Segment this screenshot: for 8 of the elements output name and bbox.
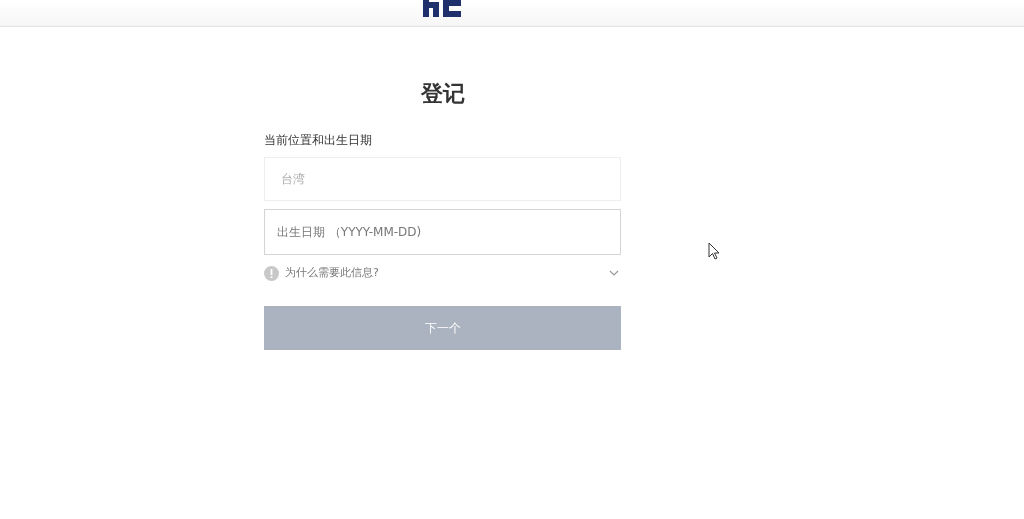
logo-icon [423, 0, 461, 17]
section-label: 当前位置和出生日期 [264, 132, 373, 149]
page-title: 登记 [420, 80, 465, 108]
cursor-icon [708, 242, 720, 260]
info-icon [264, 265, 279, 281]
birthdate-field[interactable]: 出生日期 （YYYY-MM-DD) [264, 209, 621, 255]
chevron-icon[interactable] [609, 270, 619, 277]
info-toggle[interactable]: 为什么需要此信息? [285, 265, 379, 282]
